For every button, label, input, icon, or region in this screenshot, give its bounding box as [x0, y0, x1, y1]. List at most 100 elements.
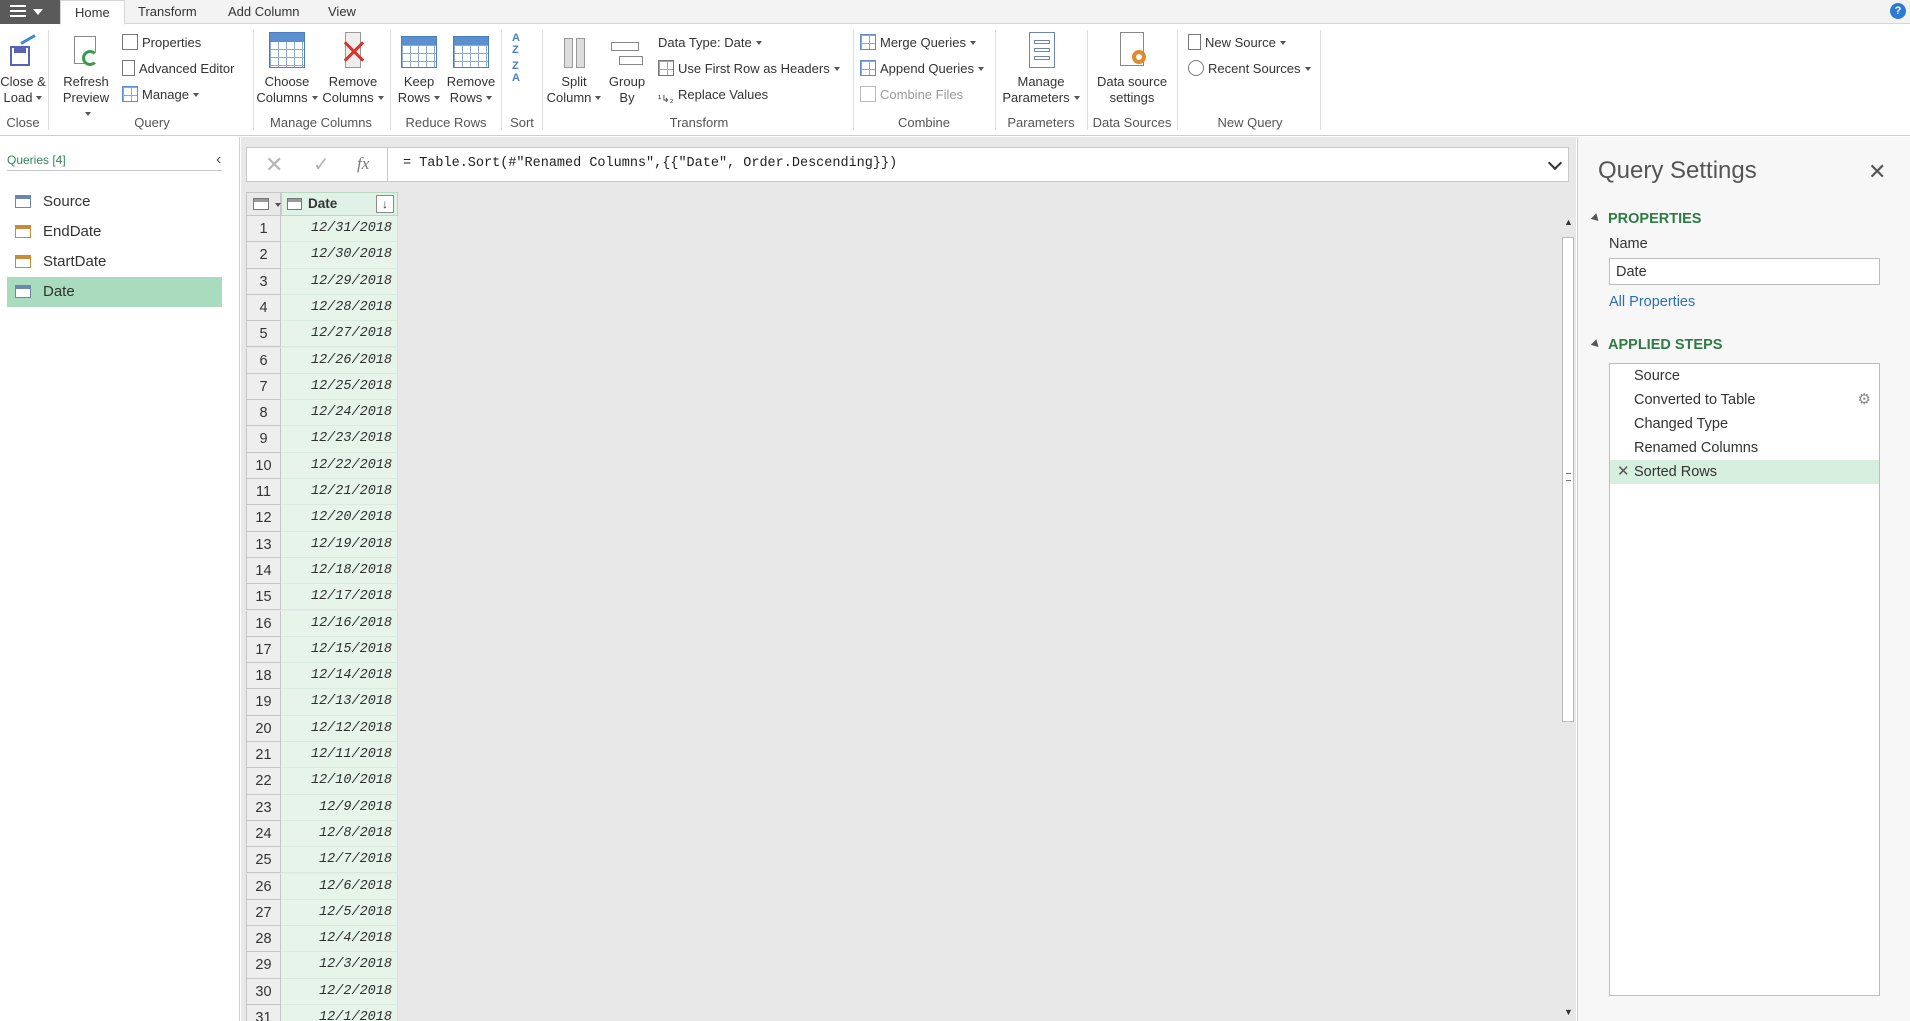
table-cell-date[interactable]: 12/6/2018	[281, 873, 398, 900]
row-number[interactable]: 20	[246, 715, 281, 742]
table-cell-date[interactable]: 12/17/2018	[281, 584, 398, 611]
table-cell-date[interactable]: 12/23/2018	[281, 426, 398, 453]
applied-steps-section-header[interactable]: APPLIED STEPS	[1590, 337, 1722, 353]
tab-add-column[interactable]: Add Column	[214, 0, 314, 25]
group-by-button[interactable]: Group By	[604, 32, 650, 106]
row-number[interactable]: 24	[246, 820, 281, 848]
table-cell-date[interactable]: 12/12/2018	[281, 715, 398, 742]
row-number[interactable]: 7	[246, 373, 281, 401]
row-number[interactable]: 30	[246, 978, 281, 1005]
tab-transform[interactable]: Transform	[124, 0, 211, 25]
row-number[interactable]: 28	[246, 926, 281, 953]
query-name-input[interactable]	[1609, 258, 1880, 285]
table-cell-date[interactable]: 12/2/2018	[281, 978, 398, 1005]
table-cell-date[interactable]: 12/15/2018	[281, 636, 398, 664]
remove-columns-button[interactable]: Remove Columns	[320, 32, 386, 106]
advanced-editor-button[interactable]: Advanced Editor	[122, 58, 234, 80]
row-number[interactable]: 5	[246, 321, 281, 348]
sort-descending-icon[interactable]: ↓	[376, 195, 394, 213]
table-cell-date[interactable]: 12/29/2018	[281, 268, 398, 295]
manage-parameters-button[interactable]: Manage Parameters	[998, 32, 1084, 106]
row-number[interactable]: 6	[246, 347, 281, 374]
manage-button[interactable]: Manage	[122, 84, 199, 106]
row-number[interactable]: 23	[246, 794, 281, 821]
sort-ascending-button[interactable]: AZ	[512, 32, 520, 56]
table-cell-date[interactable]: 12/22/2018	[281, 452, 398, 479]
row-number[interactable]: 25	[246, 847, 281, 874]
table-cell-date[interactable]: 12/31/2018	[281, 216, 398, 243]
fx-icon[interactable]: fx	[357, 154, 369, 174]
gear-icon[interactable]: ⚙	[1858, 388, 1871, 412]
row-number[interactable]: 9	[246, 426, 281, 453]
query-item-date[interactable]: Date	[7, 277, 222, 307]
expand-formula-icon[interactable]	[1547, 155, 1563, 171]
table-cell-date[interactable]: 12/3/2018	[281, 952, 398, 979]
step-source[interactable]: Source	[1610, 364, 1879, 388]
scrollbar-thumb[interactable]	[1562, 237, 1574, 722]
properties-button[interactable]: Properties	[122, 32, 201, 54]
table-cell-date[interactable]: 12/11/2018	[281, 742, 398, 769]
close-and-load-button[interactable]: Close & Load	[0, 32, 46, 106]
row-number[interactable]: 14	[246, 557, 281, 585]
scroll-down-icon[interactable]: ▼	[1564, 1007, 1573, 1017]
data-source-settings-button[interactable]: Data source settings	[1090, 32, 1174, 106]
table-cell-date[interactable]: 12/27/2018	[281, 321, 398, 348]
close-icon[interactable]: ✕	[1868, 159, 1886, 185]
replace-values-button[interactable]: ¹↳₂ Replace Values	[658, 84, 768, 106]
append-queries-button[interactable]: Append Queries	[860, 58, 984, 80]
table-cell-date[interactable]: 12/5/2018	[281, 899, 398, 927]
table-cell-date[interactable]: 12/21/2018	[281, 479, 398, 506]
table-cell-date[interactable]: 12/9/2018	[281, 794, 398, 821]
table-cell-date[interactable]: 12/19/2018	[281, 531, 398, 558]
row-number[interactable]: 12	[246, 505, 281, 532]
row-number[interactable]: 21	[246, 742, 281, 769]
table-cell-date[interactable]: 12/4/2018	[281, 926, 398, 953]
table-cell-date[interactable]: 12/16/2018	[281, 610, 398, 637]
table-cell-date[interactable]: 12/10/2018	[281, 768, 398, 795]
row-number[interactable]: 29	[246, 952, 281, 979]
table-cell-date[interactable]: 12/28/2018	[281, 294, 398, 322]
vertical-scrollbar[interactable]: ▲ ▼	[1560, 217, 1576, 1017]
choose-columns-button[interactable]: Choose Columns	[256, 32, 318, 106]
all-properties-link[interactable]: All Properties	[1609, 294, 1695, 310]
collapse-pane-icon[interactable]: ‹	[216, 151, 221, 169]
cancel-formula-icon[interactable]: ✕	[265, 152, 283, 178]
table-cell-date[interactable]: 12/20/2018	[281, 505, 398, 532]
query-item-source[interactable]: Source	[7, 187, 222, 217]
split-column-button[interactable]: Split Column	[546, 32, 602, 106]
commit-formula-icon[interactable]: ✓	[313, 152, 330, 177]
combine-files-button[interactable]: Combine Files	[860, 84, 963, 106]
date-type-icon[interactable]	[287, 198, 302, 210]
table-cell-date[interactable]: 12/8/2018	[281, 820, 398, 848]
step-renamed-columns[interactable]: Renamed Columns	[1610, 436, 1879, 460]
row-number[interactable]: 27	[246, 899, 281, 927]
remove-rows-button[interactable]: Remove Rows	[446, 32, 496, 106]
step-changed-type[interactable]: Changed Type	[1610, 412, 1879, 436]
keep-rows-button[interactable]: Keep Rows	[394, 32, 444, 106]
table-cell-date[interactable]: 12/1/2018	[281, 1005, 398, 1021]
data-type-dropdown[interactable]: Data Type: Date	[658, 32, 762, 54]
row-number[interactable]: 10	[246, 452, 281, 479]
tab-view[interactable]: View	[314, 0, 370, 25]
use-first-row-button[interactable]: Use First Row as Headers	[658, 58, 840, 80]
properties-section-header[interactable]: PROPERTIES	[1590, 211, 1701, 227]
query-item-startdate[interactable]: StartDate	[7, 247, 222, 277]
file-menu-button[interactable]	[0, 0, 60, 24]
row-number[interactable]: 31	[246, 1005, 281, 1021]
recent-sources-button[interactable]: Recent Sources	[1188, 58, 1311, 80]
sort-descending-button[interactable]: ZA	[512, 60, 520, 84]
table-cell-date[interactable]: 12/26/2018	[281, 347, 398, 374]
row-number[interactable]: 11	[246, 479, 281, 506]
tab-home[interactable]: Home	[60, 0, 125, 25]
scroll-up-icon[interactable]: ▲	[1564, 217, 1573, 227]
table-cell-date[interactable]: 12/30/2018	[281, 242, 398, 269]
step-converted-to-table[interactable]: Converted to Table ⚙	[1610, 388, 1879, 412]
formula-input[interactable]: = Table.Sort(#"Renamed Columns",{{"Date"…	[403, 156, 897, 171]
table-cell-date[interactable]: 12/14/2018	[281, 663, 398, 690]
help-icon[interactable]: ?	[1890, 3, 1906, 19]
table-cell-date[interactable]: 12/18/2018	[281, 557, 398, 585]
row-number[interactable]: 8	[246, 400, 281, 427]
step-sorted-rows[interactable]: ✕ Sorted Rows	[1610, 460, 1879, 484]
row-number[interactable]: 26	[246, 873, 281, 900]
row-number[interactable]: 4	[246, 294, 281, 322]
